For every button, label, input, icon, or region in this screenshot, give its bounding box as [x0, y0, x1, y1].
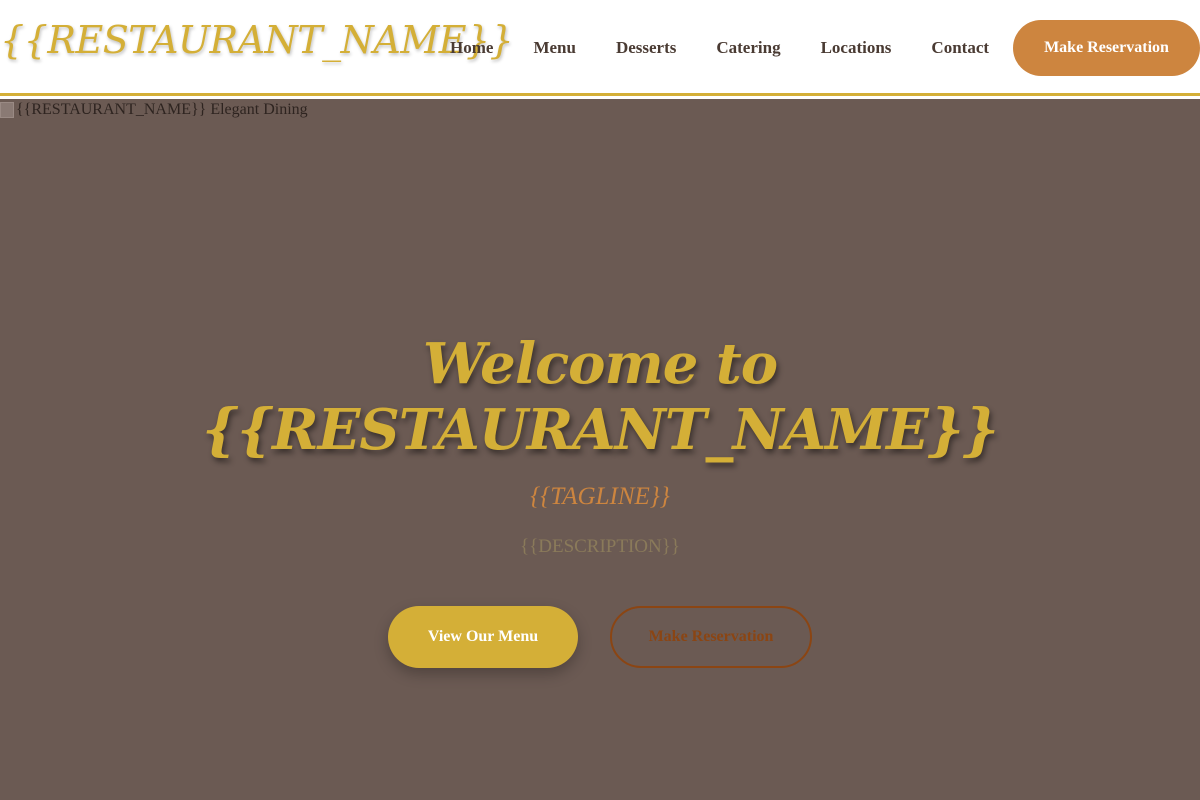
view-menu-button[interactable]: View Our Menu [388, 606, 578, 668]
header-reservation-button[interactable]: Make Reservation [1013, 20, 1200, 76]
hero-title: Welcome to {{RESTAURANT_NAME}} [0, 331, 1200, 463]
nav-menu[interactable]: Menu [513, 38, 596, 58]
hero-title-line1: Welcome to [422, 331, 778, 397]
nav-locations[interactable]: Locations [801, 38, 912, 58]
hero-title-line2: {{RESTAURANT_NAME}} [202, 397, 999, 463]
site-header: {{RESTAURANT_NAME}} Home Menu Desserts C… [0, 0, 1200, 96]
main-nav: Home Menu Desserts Catering Locations Co… [430, 0, 1009, 96]
nav-home[interactable]: Home [430, 38, 513, 58]
hero-description: {{DESCRIPTION}} [520, 536, 680, 557]
hero-section: {{RESTAURANT_NAME}} Elegant Dining Welco… [0, 99, 1200, 800]
nav-desserts[interactable]: Desserts [596, 38, 696, 58]
hero-tagline: {{TAGLINE}} [530, 483, 670, 510]
hero-reservation-button[interactable]: Make Reservation [610, 606, 812, 668]
nav-contact[interactable]: Contact [911, 38, 1009, 58]
nav-catering[interactable]: Catering [696, 38, 800, 58]
hero-image: {{RESTAURANT_NAME}} Elegant Dining [0, 101, 308, 119]
broken-image-icon [0, 102, 14, 118]
hero-image-alt-text: {{RESTAURANT_NAME}} Elegant Dining [16, 101, 308, 118]
